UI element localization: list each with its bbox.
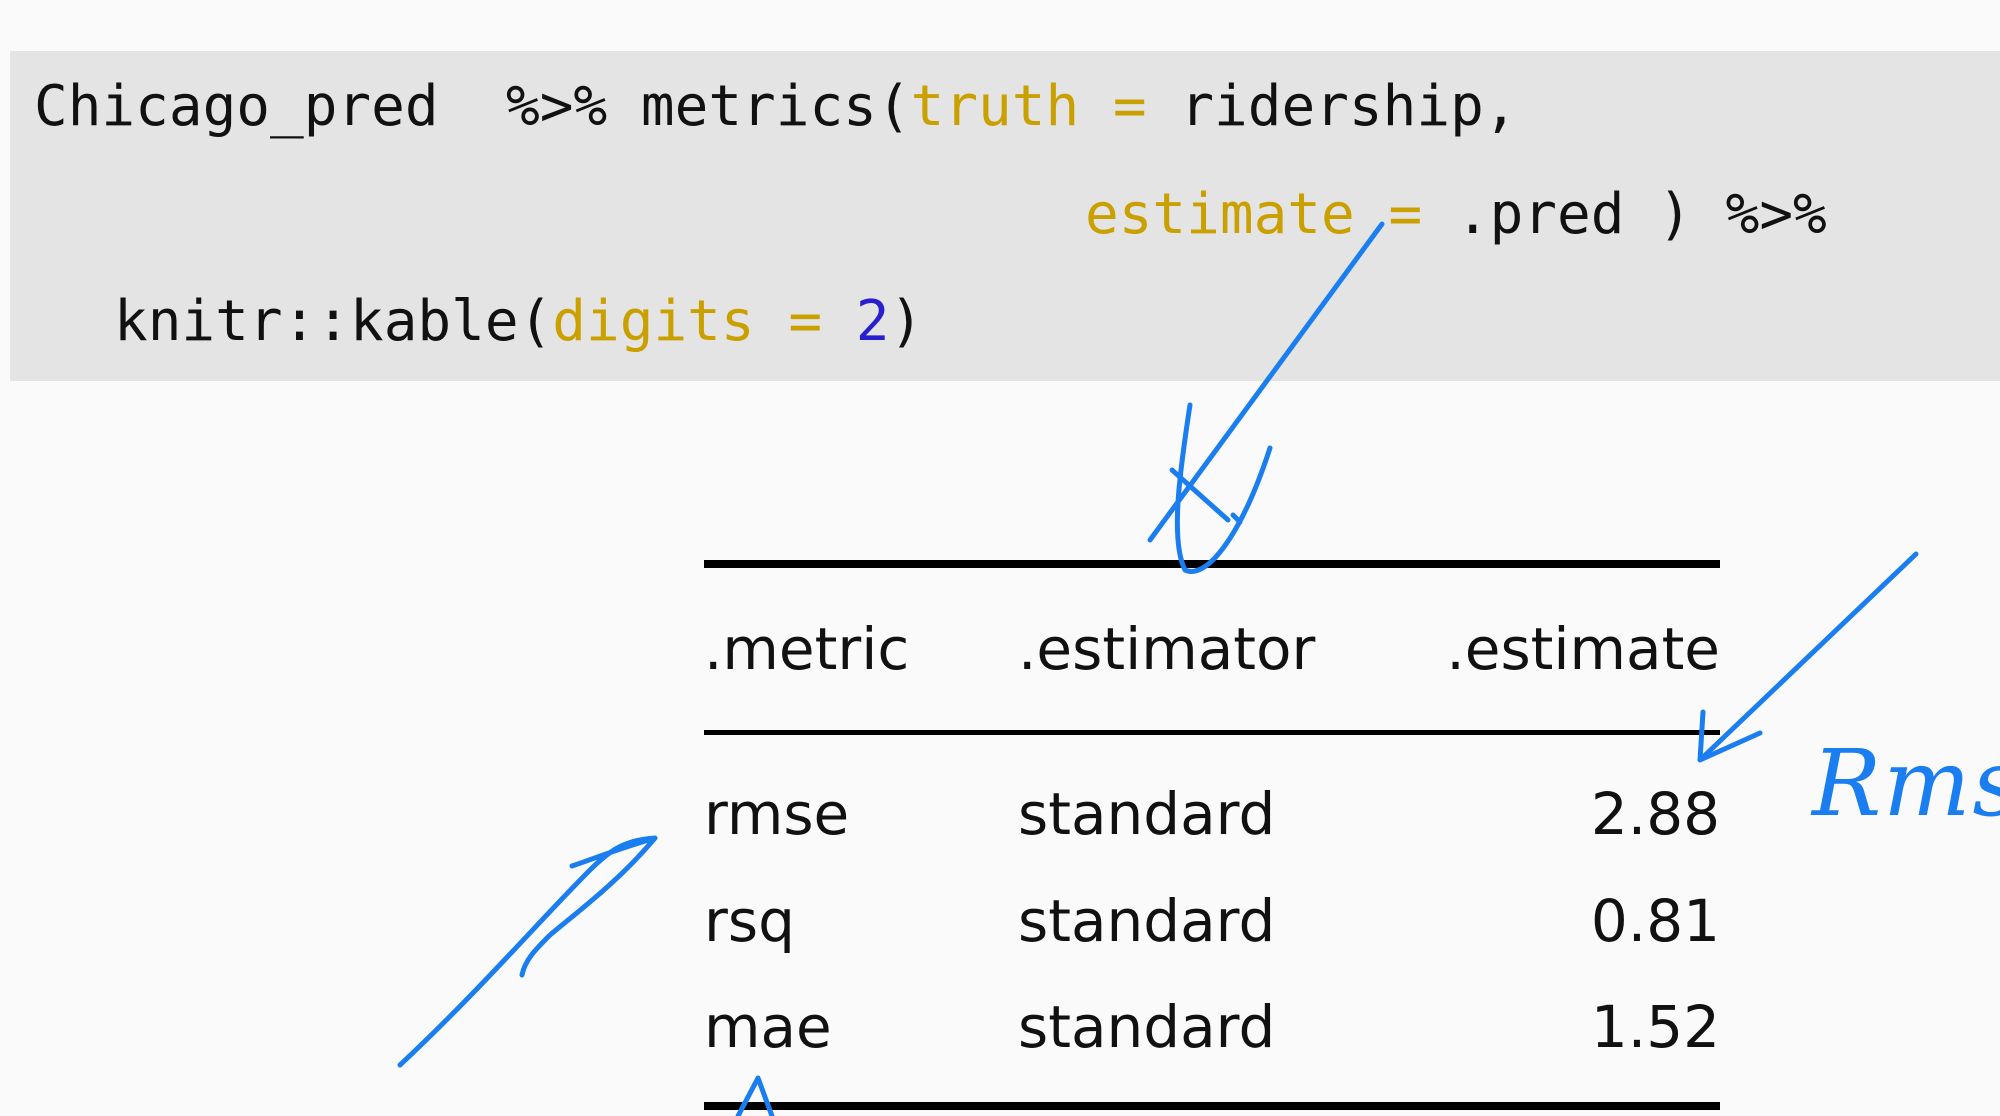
arg-name-truth: truth: [910, 74, 1080, 139]
cell-estimate: 2.88: [1590, 780, 1720, 848]
arg-value-digits: 2: [855, 289, 890, 354]
arg-name-digits: digits: [552, 289, 755, 354]
arg-name-estimate: estimate: [1085, 182, 1355, 247]
code-line-1: Chicago_pred %>% metrics(truth = ridersh…: [34, 79, 1518, 135]
arg-value-pred: .pred ): [1455, 182, 1692, 247]
header-estimator: .estimator: [1018, 615, 1316, 683]
cell-metric: rsq: [704, 887, 795, 955]
equals-sign: =: [1112, 74, 1147, 139]
arrow-to-rmse-row: [397, 835, 658, 1068]
ink-scribble-mark: [1169, 402, 1273, 574]
header-estimate: .estimate: [1446, 615, 1720, 683]
header-metric: .metric: [704, 615, 910, 683]
cell-estimate: 1.52: [1590, 993, 1720, 1061]
pipe-operator: %>%: [1725, 182, 1827, 247]
equals-sign: =: [788, 289, 823, 354]
table-mid-rule: [704, 730, 1720, 735]
function-call: knitr::kable(: [114, 289, 553, 354]
code-line-2: estimate = .pred ) %>%: [1085, 187, 1827, 243]
table-top-rule: [704, 560, 1720, 568]
cell-estimator: standard: [1018, 780, 1276, 848]
handwritten-note: Rms: [1812, 730, 2000, 837]
code-block: Chicago_pred %>% metrics(truth = ridersh…: [10, 51, 2000, 381]
pipe-operator: %>%: [506, 74, 608, 139]
cell-metric: mae: [704, 993, 832, 1061]
equals-sign: =: [1388, 182, 1423, 247]
arg-value-ridership: ridership,: [1180, 74, 1518, 139]
cell-estimate: 0.81: [1590, 887, 1720, 955]
caret-under-mae: [735, 1075, 775, 1116]
close-paren: ): [889, 289, 924, 354]
function-call: metrics(: [640, 74, 911, 139]
cell-estimator: standard: [1018, 887, 1276, 955]
code-line-3: knitr::kable(digits = 2): [114, 294, 923, 350]
table-bottom-rule: [704, 1102, 1720, 1110]
cell-metric: rmse: [704, 780, 850, 848]
code-object: Chicago_pred: [34, 74, 439, 139]
cell-estimator: standard: [1018, 993, 1276, 1061]
